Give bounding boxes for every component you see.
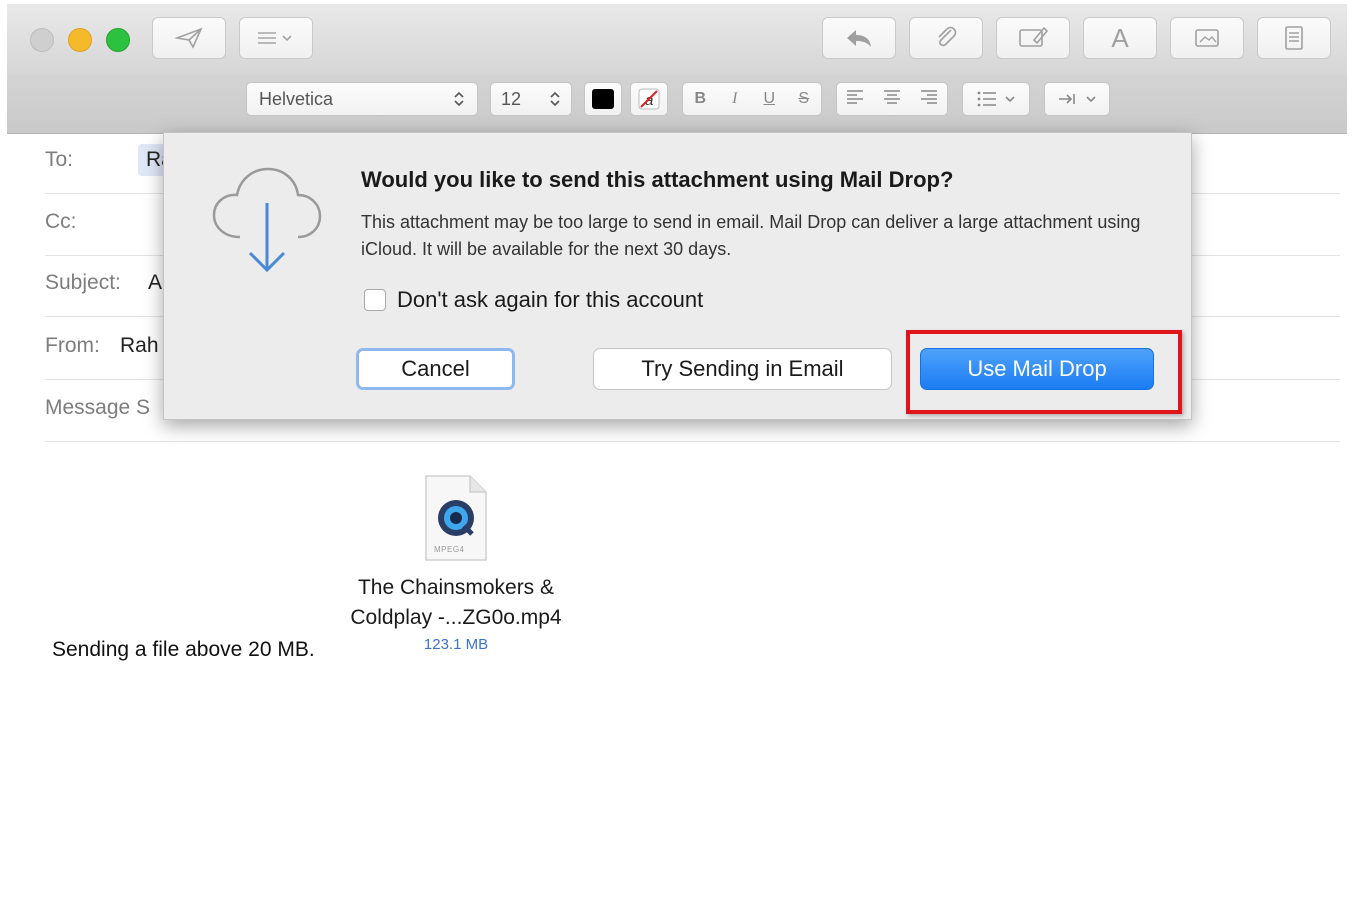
photo-browser-button[interactable] <box>1170 17 1244 59</box>
align-right-button[interactable] <box>910 88 947 111</box>
paperclip-icon <box>938 26 957 47</box>
attach-button[interactable] <box>909 17 983 59</box>
list-style-button[interactable] <box>962 82 1030 116</box>
strikethrough-button[interactable]: S <box>787 90 822 108</box>
indent-button[interactable] <box>1044 82 1110 116</box>
subject-label: Subject: <box>45 271 121 294</box>
zoom-button[interactable] <box>106 28 130 52</box>
attachment-name: The Chainsmokers & Coldplay -...ZG0o.mp4 <box>350 576 562 629</box>
toolbar: A <box>7 4 1347 75</box>
close-button[interactable] <box>30 28 54 52</box>
bold-button[interactable]: B <box>683 90 718 108</box>
stepper-arrows-icon <box>550 91 560 107</box>
align-right-icon <box>920 89 937 104</box>
dialog-title: Would you like to send this attachment u… <box>361 167 954 192</box>
minimize-button[interactable] <box>68 28 92 52</box>
message-size-label: Message S <box>45 396 151 419</box>
alignment-group <box>836 82 948 116</box>
paper-plane-icon <box>174 27 203 49</box>
highlight-box <box>906 330 1182 414</box>
chevron-down-icon <box>1086 96 1096 103</box>
markup-button[interactable] <box>996 17 1070 59</box>
font-size-select[interactable]: 12 <box>490 82 572 116</box>
markup-icon <box>1019 26 1049 47</box>
dont-ask-label[interactable]: Don't ask again for this account <box>397 287 703 313</box>
photo-icon <box>1195 29 1219 47</box>
text-color-button[interactable] <box>584 82 622 116</box>
from-label: From: <box>45 334 100 357</box>
indent-icon <box>1059 94 1075 104</box>
font-size-value: 12 <box>501 88 522 109</box>
reply-button[interactable] <box>822 17 896 59</box>
subject-field[interactable]: A <box>148 271 162 295</box>
stepper-arrows-icon <box>454 91 464 107</box>
align-center-button[interactable] <box>874 88 911 111</box>
font-family-select[interactable]: Helvetica <box>246 82 478 116</box>
reply-arrow-icon <box>847 30 871 47</box>
attachment-size: 123.1 MB <box>423 636 489 653</box>
list-chevron-icon <box>258 32 292 44</box>
header-fields-button[interactable] <box>239 17 313 59</box>
attachment-file-icon[interactable]: MPEG4 <box>422 474 490 562</box>
cancel-button[interactable]: Cancel <box>356 348 515 390</box>
format-bar <box>7 74 1347 134</box>
cc-label: Cc: <box>45 210 77 233</box>
font-letter-icon: A <box>1111 22 1129 53</box>
italic-button[interactable]: I <box>718 90 753 108</box>
align-center-icon <box>884 89 900 104</box>
dialog-message: This attachment may be too large to send… <box>361 212 1141 259</box>
format-button[interactable]: A <box>1083 17 1157 59</box>
text-style-group: B I U S <box>682 82 822 116</box>
underline-button[interactable]: U <box>752 90 787 108</box>
stationery-icon <box>1285 26 1303 50</box>
message-body-text[interactable]: Sending a file above 20 MB. <box>52 638 315 662</box>
color-swatch-icon <box>592 89 614 109</box>
cloud-download-icon <box>212 167 322 273</box>
chevron-down-icon <box>1005 96 1015 103</box>
send-button[interactable] <box>152 17 226 59</box>
stationery-button[interactable] <box>1257 17 1331 59</box>
align-left-button[interactable] <box>837 88 874 111</box>
no-color-icon: a <box>638 88 660 110</box>
to-label: To: <box>45 148 74 171</box>
font-family-value: Helvetica <box>259 88 334 109</box>
file-type-label: MPEG4 <box>434 545 465 554</box>
from-field[interactable]: Rah <box>120 334 159 358</box>
bulleted-list-icon <box>977 91 996 107</box>
try-sending-in-email-button[interactable]: Try Sending in Email <box>593 348 892 390</box>
align-left-icon <box>847 89 864 104</box>
dont-ask-checkbox[interactable] <box>364 289 386 311</box>
background-color-button[interactable]: a <box>630 82 668 116</box>
